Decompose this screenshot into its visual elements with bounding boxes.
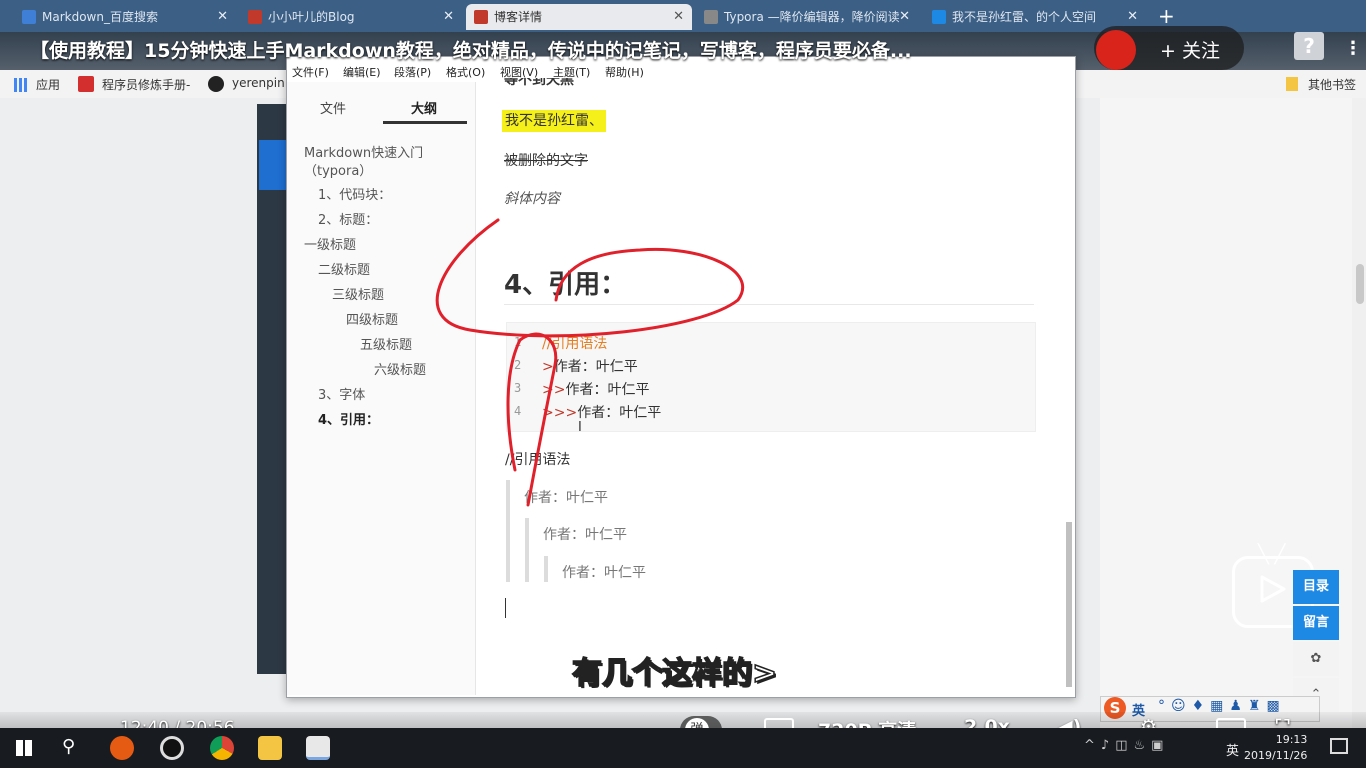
outline-item[interactable]: 2、标题： [318, 209, 378, 228]
quote-label: //引用语法 [505, 452, 571, 468]
folder-icon [1286, 77, 1298, 91]
outline-item[interactable]: 六级标题 [374, 359, 426, 378]
bookmark-other[interactable]: 其他书签 [1308, 76, 1356, 93]
help-button[interactable]: ? [1294, 32, 1324, 60]
code-line: >作者：叶仁平 [542, 359, 638, 375]
text-caret [505, 598, 506, 618]
search-icon[interactable]: ⚲ [62, 736, 75, 757]
italic-text: 斜体内容 [504, 191, 560, 207]
close-icon[interactable]: ✕ [217, 4, 228, 30]
typora-taskbar-icon[interactable] [306, 736, 330, 760]
recorder-icon[interactable] [160, 736, 184, 760]
side-comment-button[interactable]: 留言 [1293, 606, 1339, 640]
outline-item[interactable]: 三级标题 [332, 284, 384, 303]
page-scrollbar-thumb[interactable] [1356, 264, 1364, 304]
code-line-number: 3 [514, 381, 522, 395]
background-app-accent [259, 140, 287, 190]
close-icon[interactable]: ✕ [443, 4, 454, 30]
code-line: >>>作者：叶仁平 [542, 405, 662, 421]
chrome-icon[interactable] [210, 736, 234, 760]
quote-bar [525, 518, 529, 582]
apps-grid-icon [14, 78, 28, 92]
heading-rule [504, 304, 1034, 305]
github-icon [208, 76, 224, 92]
heading-quote: 4、引用： [504, 270, 627, 300]
bilibili-icon [932, 10, 946, 24]
system-tray-icons[interactable]: ^♪◫♨▣ [1084, 738, 1169, 753]
close-icon[interactable]: ✕ [673, 4, 684, 30]
menu-paragraph[interactable]: 段落(P) [394, 64, 431, 80]
menu-file[interactable]: 文件(F) [292, 64, 329, 80]
outline-item[interactable]: 一级标题 [304, 234, 356, 253]
video-title: 【使用教程】15分钟快速上手Markdown教程，绝对精品，传说中的记笔记，写博… [30, 40, 912, 62]
tab-outline[interactable]: 大纲 [411, 98, 437, 117]
quote-bar [506, 480, 510, 582]
editor-scrollbar-thumb[interactable] [1066, 522, 1072, 687]
blog-icon [474, 10, 488, 24]
code-line-number: 1 [514, 335, 522, 349]
outline-item[interactable]: 3、字体 [318, 384, 365, 403]
highlighted-text: 我不是孙红雷、 [502, 110, 606, 132]
outline-item[interactable]: 二级标题 [318, 259, 370, 278]
close-icon[interactable]: ✕ [899, 4, 910, 30]
outline-item[interactable]: 五级标题 [360, 334, 412, 353]
more-menu-icon[interactable]: ⋮ [1344, 38, 1362, 59]
partial-text: 等不到天黑 [504, 78, 574, 88]
bookmark-apps[interactable]: 应用 [36, 76, 60, 93]
file-explorer-icon[interactable] [258, 736, 282, 760]
wechat-icon[interactable]: ✿ [1293, 642, 1339, 676]
tab-active-indicator [383, 121, 467, 124]
clock-time: 19:13 [1275, 733, 1308, 746]
code-line-number: 2 [514, 358, 522, 372]
play-icon [1260, 575, 1286, 603]
clock-date: 2019/11/26 [1244, 749, 1308, 762]
firefox-icon[interactable] [110, 736, 134, 760]
uploader-avatar[interactable] [1096, 30, 1136, 70]
outline-item[interactable]: Markdown快速入门 [304, 142, 423, 161]
blog-icon [248, 10, 262, 24]
typora-icon [704, 10, 718, 24]
tab-files[interactable]: 文件 [320, 98, 346, 117]
tab-blog[interactable]: 小小叶儿的Blog ✕ [240, 4, 462, 30]
code-line-number: 4 [514, 404, 522, 418]
menu-help[interactable]: 帮助(H) [605, 64, 644, 80]
notification-icon[interactable] [1330, 738, 1348, 754]
blockquote-level-3: 作者：叶仁平 [562, 565, 646, 581]
text-cursor-icon: I [578, 420, 582, 435]
baidu-icon [22, 10, 36, 24]
blockquote-level-2: 作者：叶仁平 [543, 527, 627, 543]
tab-baidu-search[interactable]: Markdown_百度搜索 ✕ [14, 4, 236, 30]
tab-typora[interactable]: Typora —降价编辑器，降价阅读 ✕ [696, 4, 918, 30]
outline-item[interactable]: 四级标题 [346, 309, 398, 328]
tab-blog-detail[interactable]: 博客详情 ✕ [466, 4, 692, 30]
taskbar-ime-lang[interactable]: 英 [1226, 740, 1239, 759]
page-scrollbar[interactable] [1352, 98, 1366, 728]
follow-label: + 关注 [1160, 40, 1220, 62]
windows-start-icon[interactable] [16, 740, 32, 756]
menu-edit[interactable]: 编辑(E) [343, 64, 381, 80]
outline-item-active[interactable]: 4、引用： [318, 409, 379, 428]
outline-item[interactable]: （typora） [304, 160, 372, 179]
taskbar-clock[interactable]: 19:13 2019/11/26 [1244, 732, 1307, 764]
video-subtitle: 有几个这样的> [571, 655, 778, 692]
plus-icon: + [1160, 40, 1176, 62]
quote-bar [544, 556, 548, 582]
blockquote-level-1: 作者：叶仁平 [524, 490, 608, 506]
outline-item[interactable]: 1、代码块： [318, 184, 391, 203]
bookmark-item[interactable]: yerenpin [232, 76, 285, 90]
side-catalog-button[interactable]: 目录 [1293, 570, 1339, 604]
code-line: >>作者：叶仁平 [542, 382, 650, 398]
code-line: //引用语法 [542, 336, 608, 352]
deleted-text: 被删除的文字 [504, 153, 588, 169]
menu-format[interactable]: 格式(O) [446, 64, 485, 80]
bookmark-item[interactable]: 程序员修炼手册- [102, 76, 190, 93]
new-tab-button[interactable]: + [1158, 4, 1175, 28]
bookmark-icon [78, 76, 94, 92]
